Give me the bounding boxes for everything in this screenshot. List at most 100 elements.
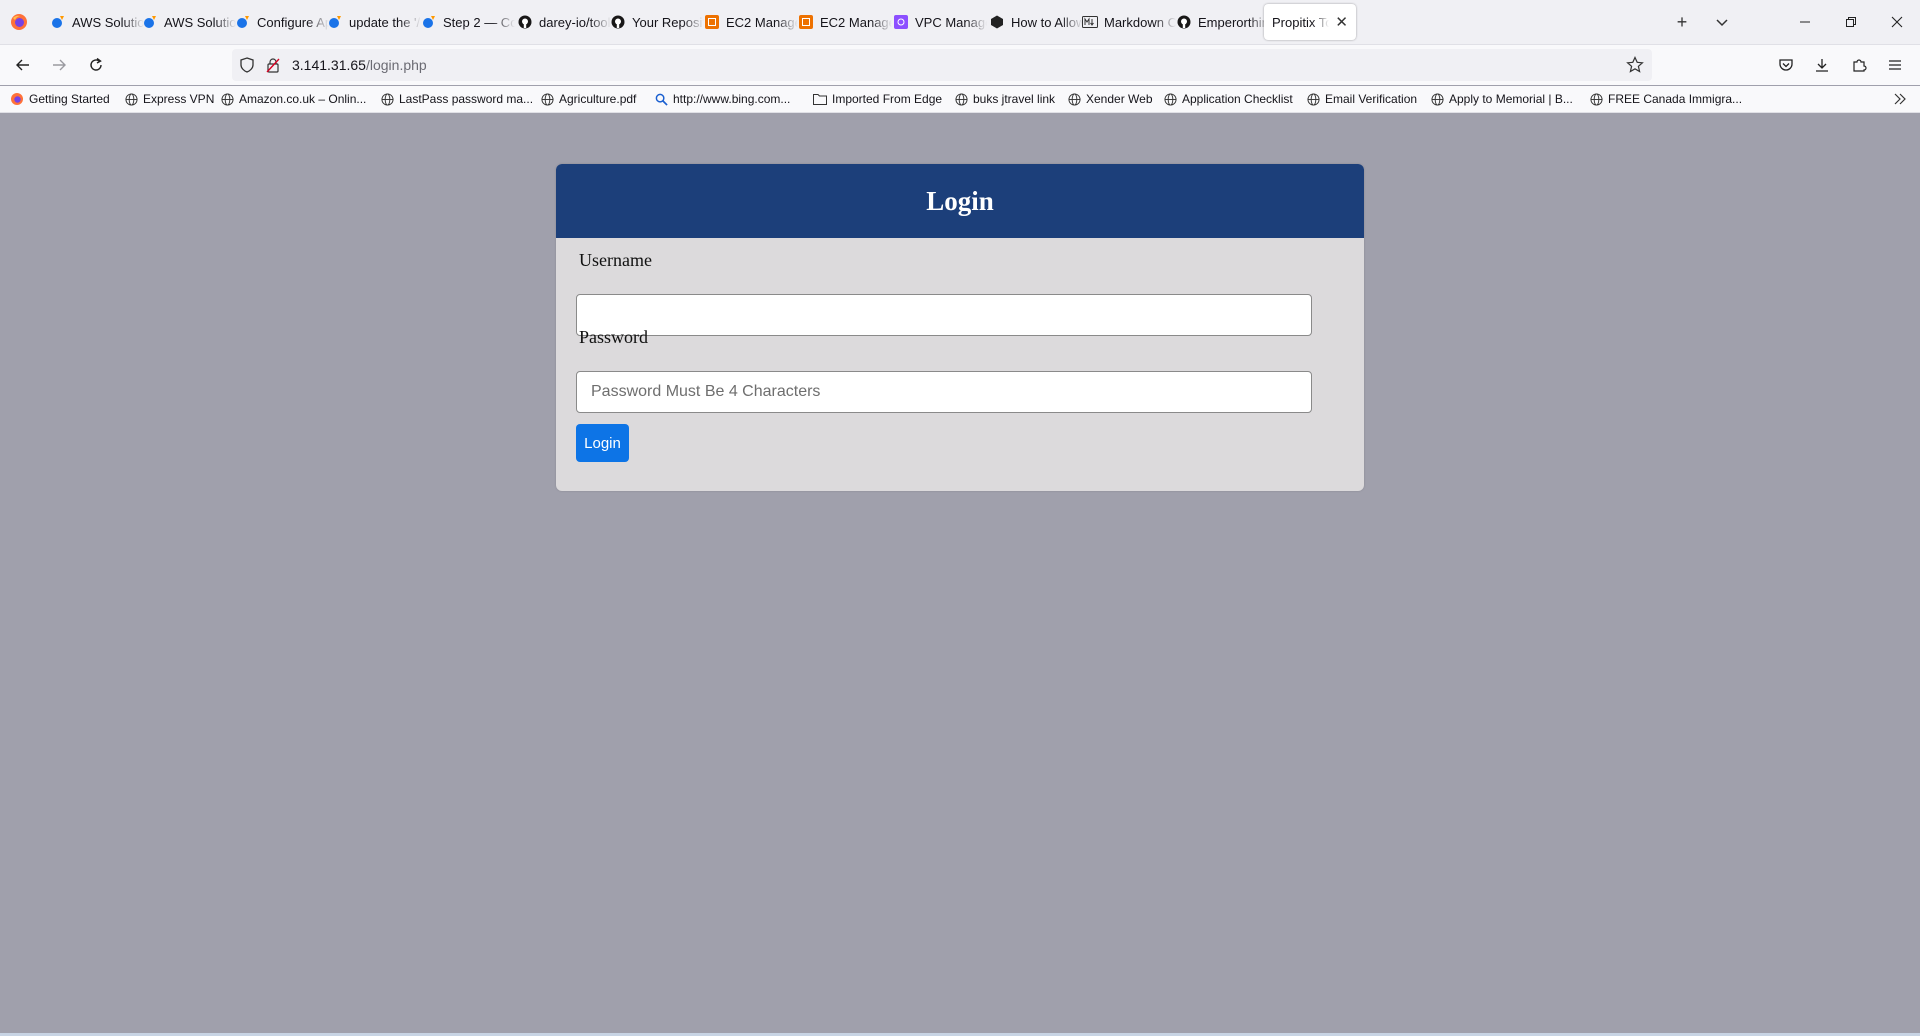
minimize-button[interactable] xyxy=(1782,0,1828,44)
tab-title: Markdown Ch xyxy=(1104,14,1176,30)
new-tab-button[interactable]: + xyxy=(1670,10,1694,34)
bookmark-label: http://www.bing.com... xyxy=(673,92,791,106)
github-icon xyxy=(1176,14,1192,30)
globe-icon xyxy=(1589,92,1603,106)
tab-5[interactable]: Step 2 — Con xyxy=(413,4,523,40)
tab-title: EC2 Managem xyxy=(820,14,892,30)
puzzle-icon xyxy=(1853,59,1867,72)
bookmark-item[interactable]: LastPass password ma... xyxy=(380,90,533,108)
bookmark-item[interactable]: Imported From Edge xyxy=(813,90,942,108)
tab-title: Your Reposito xyxy=(632,14,704,30)
bookmark-label: Getting Started xyxy=(29,92,110,106)
globe-icon xyxy=(954,92,968,106)
restore-button[interactable] xyxy=(1828,0,1874,44)
download-icon xyxy=(1816,59,1828,72)
login-card: Login Username Password Login xyxy=(556,164,1364,491)
bookmark-label: Amazon.co.uk – Onlin... xyxy=(239,92,367,106)
github-icon xyxy=(610,14,626,30)
app-menu-button[interactable] xyxy=(1881,51,1909,79)
tab-title: EC2 Managem xyxy=(726,14,798,30)
chevron-down-icon xyxy=(1716,19,1728,27)
bookmarks-overflow-button[interactable] xyxy=(1893,90,1907,108)
address-bar[interactable]: 3.141.31.65/login.php xyxy=(232,49,1652,81)
markdown-icon xyxy=(1082,14,1098,30)
url-text: 3.141.31.65/login.php xyxy=(292,57,427,73)
aws-console-icon xyxy=(798,14,814,30)
downloads-button[interactable] xyxy=(1808,51,1836,79)
tab-title: AWS Solution xyxy=(164,14,236,30)
bookmark-item[interactable]: Application Checklist xyxy=(1163,90,1293,108)
reload-icon xyxy=(90,57,102,71)
globe-icon xyxy=(380,92,394,106)
tab-title: How to Allow xyxy=(1011,14,1083,30)
firefox-icon xyxy=(10,92,24,106)
username-input[interactable] xyxy=(576,294,1312,336)
url-path: /login.php xyxy=(365,57,427,73)
list-all-tabs-button[interactable] xyxy=(1710,10,1734,34)
firefox-menu-icon[interactable] xyxy=(10,13,28,31)
tab-13[interactable]: Emperorthim xyxy=(1168,4,1278,40)
arrow-right-icon xyxy=(53,59,66,71)
arrow-left-icon xyxy=(16,59,29,71)
username-label: Username xyxy=(579,250,652,270)
bookmark-label: Apply to Memorial | B... xyxy=(1449,92,1573,106)
login-button[interactable]: Login xyxy=(576,424,629,462)
new-tab-label: + xyxy=(1676,11,1688,32)
tab-title: Step 2 — Con xyxy=(443,14,515,30)
tab-14[interactable]: Propitix Toolin ✕ xyxy=(1264,4,1356,40)
globe-icon xyxy=(1430,92,1444,106)
tab-strip: AWS Solution AWS Solution Configure Ap upda… xyxy=(0,0,1920,45)
bookmark-item[interactable]: Agriculture.pdf xyxy=(540,90,636,108)
globe-icon xyxy=(540,92,554,106)
close-window-button[interactable] xyxy=(1874,0,1920,44)
vpc-icon xyxy=(893,14,909,30)
restore-icon xyxy=(1846,17,1856,27)
forward-button[interactable] xyxy=(45,51,73,79)
insecure-lock-icon[interactable] xyxy=(265,57,281,73)
tab-9[interactable]: EC2 Managem xyxy=(790,4,900,40)
bookmark-label: Agriculture.pdf xyxy=(559,92,637,106)
aws-blog-icon xyxy=(142,14,158,30)
double-chevron-right-icon xyxy=(1894,93,1906,105)
bookmark-label: Express VPN xyxy=(143,92,215,106)
aws-console-icon xyxy=(704,14,720,30)
bookmark-label: Application Checklist xyxy=(1182,92,1293,106)
password-input[interactable] xyxy=(576,371,1312,413)
close-tab-icon[interactable]: ✕ xyxy=(1335,13,1348,31)
login-card-header: Login xyxy=(556,164,1364,238)
bookmark-item[interactable]: Xender Web xyxy=(1067,90,1153,108)
globe-icon xyxy=(124,92,138,106)
aws-blog-icon xyxy=(327,14,343,30)
shield-icon[interactable] xyxy=(239,57,255,73)
hexagon-icon xyxy=(989,14,1005,30)
bookmark-item[interactable]: http://www.bing.com... xyxy=(654,90,790,108)
globe-icon xyxy=(1163,92,1177,106)
back-button[interactable] xyxy=(9,51,37,79)
bookmark-item[interactable]: Amazon.co.uk – Onlin... xyxy=(220,90,366,108)
bookmark-label: Email Verification xyxy=(1325,92,1418,106)
bookmarks-toolbar: Getting Started Express VPN Amazon.co.uk –… xyxy=(0,86,1920,113)
tab-title: Propitix Toolin xyxy=(1272,14,1330,30)
extensions-button[interactable] xyxy=(1845,51,1873,79)
bookmark-item[interactable]: Getting Started xyxy=(10,90,110,108)
reload-button[interactable] xyxy=(82,51,110,79)
bookmark-label: Imported From Edge xyxy=(832,92,943,106)
bookmark-label: LastPass password ma... xyxy=(399,92,534,106)
password-label: Password xyxy=(579,327,649,347)
close-icon xyxy=(1891,16,1903,28)
bookmark-item[interactable]: FREE Canada Immigra... xyxy=(1589,90,1742,108)
bookmark-item[interactable]: Express VPN xyxy=(124,90,214,108)
bookmark-label: FREE Canada Immigra... xyxy=(1608,92,1743,106)
bookmark-item[interactable]: Apply to Memorial | B... xyxy=(1430,90,1573,108)
bookmark-item[interactable]: buks jtravel link xyxy=(954,90,1055,108)
hamburger-menu-icon xyxy=(1889,60,1901,70)
bookmark-item[interactable]: Email Verification xyxy=(1306,90,1417,108)
folder-icon xyxy=(813,92,827,106)
pocket-button[interactable] xyxy=(1772,51,1800,79)
bookmark-star-icon[interactable] xyxy=(1626,56,1644,74)
tab-title: update the '/ xyxy=(349,14,421,30)
tab-title: darey-io/tool xyxy=(539,14,611,30)
globe-icon xyxy=(1067,92,1081,106)
search-icon xyxy=(654,92,668,106)
tab-10[interactable]: VPC Manager xyxy=(885,4,995,40)
